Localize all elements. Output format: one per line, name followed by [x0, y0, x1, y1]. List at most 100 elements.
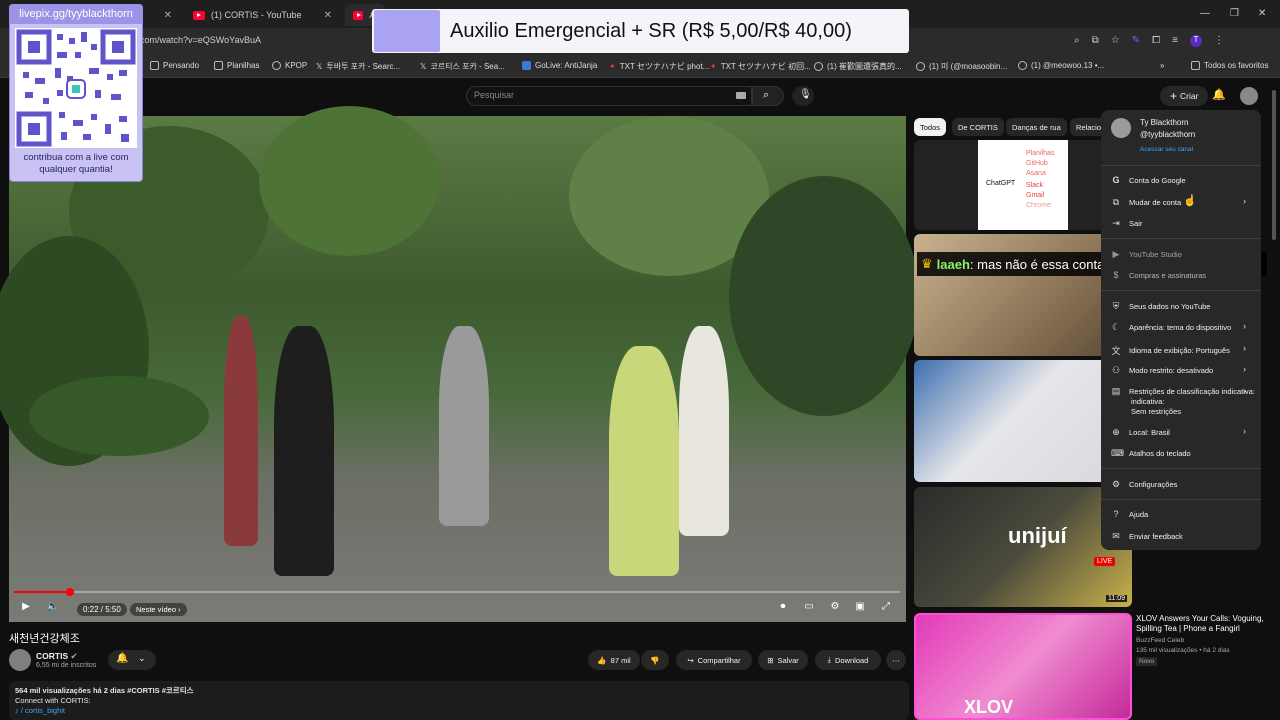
minimize-icon[interactable]: —	[1200, 8, 1210, 19]
autoplay-toggle-icon[interactable]: ⏺	[774, 601, 792, 615]
keyboard-icon[interactable]	[736, 92, 746, 99]
close-window-icon[interactable]: ✕	[1258, 8, 1266, 19]
threads-icon	[814, 62, 823, 71]
app-word: Asana	[1026, 170, 1046, 177]
settings-gear-icon[interactable]: ⚙	[826, 601, 844, 615]
thumbs-up-icon: 👍	[597, 655, 607, 665]
close-tab-icon[interactable]: ✕	[324, 10, 332, 21]
video-thumbnail[interactable]: XLOV	[914, 613, 1132, 720]
scrollbar[interactable]	[1272, 90, 1276, 240]
download-button[interactable]: ⤓ Download	[815, 650, 881, 670]
menu-item-studio[interactable]: ▶ YouTube Studio	[1111, 249, 1182, 260]
menu-item-language[interactable]: 文 Idioma de exibição: Português	[1111, 344, 1229, 357]
extensions-puzzle-icon[interactable]: ⧠	[1152, 35, 1160, 47]
menu-item-location[interactable]: ⊕ Local: Brasil	[1111, 427, 1170, 438]
video-thumbnail[interactable]: ChatGPT Planilhas GitHub Asana Slack Gma…	[914, 140, 1132, 230]
menu-item-keyboard-shortcuts[interactable]: ⌨ Atalhos do teclado	[1111, 448, 1191, 459]
like-button[interactable]: 👍 87 mil	[588, 650, 640, 670]
menu-item-sign-out[interactable]: ⇥ Sair	[1111, 218, 1142, 229]
bookmark-item[interactable]: Planilhas	[214, 61, 259, 70]
bookmark-item[interactable]: (1) 崔歡圖還張真的...	[814, 61, 902, 72]
menu-item-settings[interactable]: ⚙ Configurações	[1111, 479, 1177, 490]
divider	[1101, 238, 1261, 239]
qr-url: livepix.gg/tyyblackthorn	[9, 4, 143, 24]
bookmark-item[interactable]: ✦ TXT セツナハナビ phot...	[609, 61, 709, 72]
chip-todos[interactable]: Todos	[914, 118, 947, 136]
menu-item-appearance[interactable]: ☾ Aparência: tema do dispositivo	[1111, 322, 1231, 333]
subtitles-icon[interactable]: ▭	[800, 601, 818, 615]
menu-item-restricted-mode[interactable]: ⚇ Modo restrito: desativado	[1111, 365, 1213, 376]
notifications-bell-icon[interactable]: 🔔	[1212, 88, 1226, 101]
tab-previous[interactable]: ✕	[150, 4, 180, 26]
close-tab-icon[interactable]: ✕	[164, 10, 172, 21]
bookmark-item[interactable]: Pensando	[150, 61, 199, 70]
tab-youtube[interactable]: (1) CORTIS - YouTube ✕	[185, 4, 340, 26]
chatgpt-label: ChatGPT	[986, 180, 1016, 187]
menu-item-content-rating[interactable]: ▤ Restrições de classificação indicativa:	[1111, 386, 1255, 397]
voice-search-button[interactable]: 🎙	[792, 86, 814, 106]
search-button[interactable]: ⌕	[752, 86, 784, 106]
switch-account-icon: ⧉	[1112, 197, 1120, 207]
share-button[interactable]: ↪ Compartilhar	[676, 650, 752, 670]
mouse-cursor-icon: ☝	[1183, 195, 1197, 207]
dancer	[224, 316, 258, 546]
app-word: Slack	[1026, 182, 1044, 189]
more-actions-button[interactable]: ⋯	[886, 650, 906, 670]
scrubber-handle[interactable]	[65, 588, 74, 596]
more-bookmarks-icon[interactable]: »	[1160, 61, 1164, 70]
avatar[interactable]	[1240, 87, 1258, 105]
bookmark-item[interactable]: ✦ TXT セツナハナビ 初回...	[710, 61, 811, 72]
profile-avatar-icon[interactable]: T	[1189, 35, 1202, 47]
volume-icon[interactable]: 🔈	[44, 601, 62, 615]
save-button[interactable]: ⊞ Salvar	[758, 650, 808, 670]
subscriber-count: 6,55 mi de inscritos	[36, 662, 97, 669]
reading-list-icon[interactable]: ≡	[1172, 35, 1178, 47]
progress-bar[interactable]	[14, 591, 900, 593]
chapter-button[interactable]: Neste vídeo ›	[130, 603, 187, 616]
bookmark-item[interactable]: 𝕏 투바투 포카 - Searc...	[316, 61, 400, 72]
view-channel-link[interactable]: Acessar seu canal	[1140, 146, 1193, 153]
bookmark-item[interactable]: 𝕏 코르티스 포카 - Sea...	[420, 61, 505, 72]
bookmark-star-icon[interactable]: ☆	[1111, 35, 1120, 47]
video-thumbnail[interactable]: unijuí LIVE 11:09	[914, 487, 1132, 607]
live-badge: LIVE	[1094, 557, 1116, 566]
url-field[interactable]: com/watch?v=eQSWoYavBuA	[140, 35, 261, 45]
install-icon[interactable]: ⧉	[1092, 35, 1099, 47]
zoom-icon[interactable]: ⌕	[1074, 35, 1080, 47]
restore-icon[interactable]: ❐	[1230, 8, 1239, 19]
dislike-button[interactable]: 👎	[641, 650, 669, 670]
search-placeholder: Pesquisar	[474, 90, 515, 100]
bookmark-item[interactable]: KPOP	[272, 61, 307, 70]
menu-item-help[interactable]: ? Ajuda	[1111, 509, 1148, 519]
menu-item-google-account[interactable]: G Conta do Google	[1111, 175, 1185, 185]
menu-item-switch-account[interactable]: ⧉ Mudar de conta	[1111, 197, 1181, 208]
browser-menu-icon[interactable]: ⋮	[1214, 35, 1224, 47]
video-thumbnail[interactable]	[914, 360, 1132, 482]
subscription-bell-button[interactable]: 🔔 ⌄	[108, 650, 156, 670]
miniplayer-icon[interactable]: ▣	[851, 601, 869, 615]
chip-dancas-de-rua[interactable]: Danças de rua	[1006, 118, 1067, 136]
chip-de-cortis[interactable]: De CORTIS	[952, 118, 1004, 136]
share-icon: ↪	[687, 655, 694, 665]
channel-avatar[interactable]	[9, 649, 31, 671]
menu-avatar	[1111, 118, 1131, 138]
menu-item-feedback[interactable]: ✉ Enviar feedback	[1111, 531, 1183, 542]
menu-item-your-data[interactable]: ⛨ Seus dados no YouTube	[1111, 301, 1211, 312]
video-player[interactable]	[0, 106, 919, 622]
all-favorites[interactable]: Todos os favoritos	[1191, 61, 1268, 70]
fullscreen-icon[interactable]: ⤢	[877, 601, 895, 615]
app-word: Planilhas	[1026, 150, 1055, 157]
extension-icon[interactable]: ✎	[1132, 35, 1140, 47]
create-button[interactable]: + Criar	[1160, 86, 1209, 106]
rec-video-channel[interactable]: BuzzFeed Celeb	[1136, 637, 1184, 644]
channel-name[interactable]: CORTIS ✔	[36, 651, 78, 662]
bookmark-item[interactable]: (1) @meowoo.13 •...	[1018, 61, 1104, 70]
rec-video-title[interactable]: XLOV Answers Your Calls: Voguing, Spilli…	[1136, 614, 1276, 634]
bookmark-item[interactable]: (1) 미 (@moasoobin...	[916, 61, 1007, 72]
chevron-down-icon: ⌄	[138, 653, 146, 663]
bookmark-item[interactable]: GoLive: AntiJanja	[522, 61, 597, 70]
sign-out-icon: ⇥	[1112, 218, 1120, 228]
play-icon[interactable]: ▶	[17, 601, 35, 615]
description-link[interactable]: ♪ / cortis_bighit	[15, 706, 65, 715]
menu-item-purchases[interactable]: $ Compras e assinaturas	[1111, 270, 1206, 280]
